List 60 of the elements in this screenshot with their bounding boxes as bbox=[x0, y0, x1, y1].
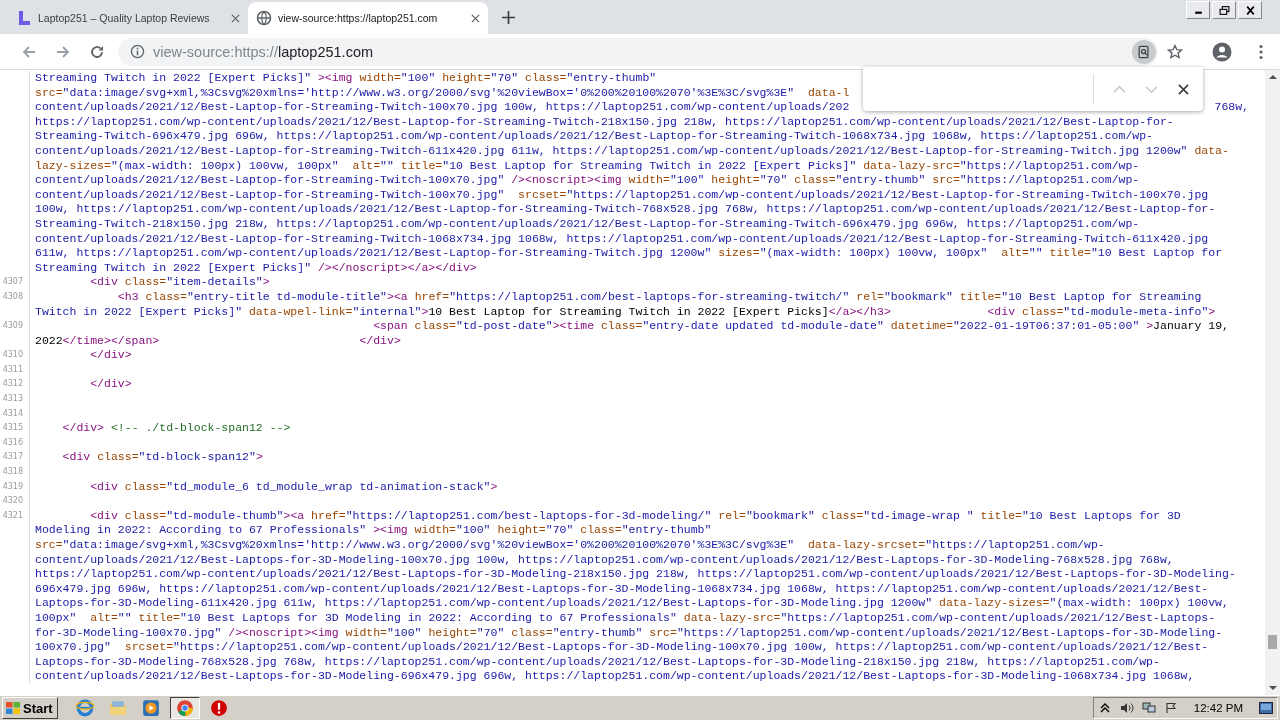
source-line: <div class="td-block-span12"> bbox=[61, 450, 263, 466]
source-line: Streaming Twitch in 2022 [Expert Picks]" ><img width="100" height="70" class="entry-thumb" bbox=[35, 71, 657, 86]
source-line: lazy-sizes="(max-width: 100px) 100vw, 100px" alt="" title="10 Best Laptop for Streaming Twitch in 2022 [Expert Picks]" data-lazy-src="https://laptop251.com/wp- bbox=[35, 158, 1140, 174]
source-line: Laptops-for-3D-Modeling-611x420.jpg 611w, https://laptop251.com/wp-content/uploads/2021/12/Best-Laptops-for-3D-Modeling.jpg 1200w" data-lazy-sizes="(max-width: 100px) 100vw, bbox=[35, 596, 1229, 611]
source-line: content/uploads/2021/12/Best-Laptop-for-Streaming-Twitch-100x70.jpg" /><noscript><img width="100" height="70" class="entry-thumb" src="https://laptop251.com/wp- bbox=[35, 173, 1140, 188]
source-line: https://laptop251.com/wp-content/uploads/2021/12/Best-Laptop-for-Streaming-Twitch-218x150.jpg 218w, https://laptop251.com/wp-content/uploads/2021/12/Best-Laptop-for- bbox=[35, 114, 1174, 130]
source-line: 768w, bbox=[1214, 100, 1249, 115]
source-line: content/uploads/2021/12/Best-Laptop-for-Streaming-Twitch-100x70.jpg" srcset="https://laptop251.com/wp-content/uploads/2021/12/Best-Laptop-for-Streaming-Twitch-100x70.jpg bbox=[35, 187, 1209, 203]
source-line: Streaming-Twitch-696x479.jpg 696w, https://laptop251.com/wp-content/uploads/2021/12/Best-Laptop-for-Streaming-Twitch-1068x734.jpg 1068w, https://laptop251.com/wp- bbox=[35, 129, 1153, 144]
source-line: Modeling in 2022: According to 67 Professionals" ><img width="100" height="70" class="entry-thumb" bbox=[35, 523, 712, 538]
source-line: content/uploads/2021/12/Best-Laptop-for-Streaming-Twitch-100x70.jpg 100w, https://laptop251.com/wp-content/uploads/202 bbox=[35, 100, 850, 115]
source-line: Streaming Twitch in 2022 [Expert Picks]" /></noscript></a></div> bbox=[35, 260, 477, 276]
line-number: 4317 bbox=[2, 452, 23, 462]
source-line: </div> <!-- ./td-block-span12 --> bbox=[61, 421, 291, 436]
source-line: </div> bbox=[358, 333, 401, 349]
line-number: 4307 bbox=[2, 277, 23, 287]
line-number: 4316 bbox=[2, 437, 23, 447]
source-line: 696x479.jpg 696w, https://laptop251.com/wp-content/uploads/2021/12/Best-Laptops-for-3D-Modeling-1068x734.jpg 1068w, https://laptop251.com/wp-content/uploads/2021/12/Best- bbox=[35, 581, 1209, 597]
line-number: 4309 bbox=[2, 321, 23, 331]
line-number: 4308 bbox=[2, 291, 23, 301]
line-number: 4315 bbox=[2, 423, 23, 433]
source-line: content/uploads/2021/12/Best-Laptops-for-3D-Modeling-696x479.jpg 696w, https://laptop251.com/wp-content/uploads/2021/12/Best-Laptops-for-3D-Modeling-1068x734.jpg 1068w, bbox=[35, 669, 1195, 684]
source-line: src="data:image/svg+xml,%3Csvg%20xmlns='http://www.w3.org/2000/svg'%20viewBox='0%200%20100%2070'%3E%3C/svg%3E" data-l bbox=[35, 85, 850, 101]
source-line: src="data:image/svg+xml,%3Csvg%20xmlns='http://www.w3.org/2000/svg'%20viewBox='0%200%20100%2070'%3E%3C/svg%3E" data-lazy-srcset="https://laptop251.com/wp- bbox=[35, 538, 1105, 553]
source-line: 100px" alt="" title="10 Best Laptops for 3D Modeling in 2022: According to 67 Professionals" data-lazy-src="https://laptop251.com/wp-content/uploads/2021/12/Best-Laptops- bbox=[35, 610, 1216, 626]
source-line: 100x70.jpg" srcset="https://laptop251.com/wp-content/uploads/2021/12/Best-Laptops-for-3D-Modeling-100x70.jpg 100w, https://laptop251.com/wp-content/uploads/2021/12/Best- bbox=[35, 640, 1209, 655]
source-line: 611w, https://laptop251.com/wp-content/uploads/2021/12/Best-Laptop-for-Streaming-Twitch.jpg 1200w" sizes="(max-width: 100px) 100vw, 100px" alt="" title="10 Best Laptop for bbox=[35, 246, 1223, 261]
browser-tab[interactable]: view-source:https://laptop251.com bbox=[248, 2, 488, 34]
url-text: view-source:https://laptop251.com bbox=[153, 43, 375, 60]
source-line: content/uploads/2021/12/Best-Laptop-for-Streaming-Twitch-1068x734.jpg 1068w, https://laptop251.com/wp-content/uploads/2021/12/Best-Laptop-for-Streaming-Twitch-611x420.jpg bbox=[35, 231, 1209, 247]
source-line: <div class="td-module-thumb"><a href="https://laptop251.com/best-laptops-for-3d-modeling/" rel="bookmark" class="td-image-wrap " title="10 Best Laptops for 3D bbox=[89, 508, 1181, 524]
line-number: 4311 bbox=[2, 364, 23, 374]
source-line: <h3 class="entry-title td-module-title"><a href="https://laptop251.com/best-laptops-for-streaming-twitch/" rel="bookmark" title="10 Best Laptop for Streaming bbox=[116, 289, 1202, 305]
source-line: <div class="td_module_6 td_module_wrap td-animation-stack"> bbox=[89, 479, 498, 495]
source-line: </div> bbox=[89, 348, 132, 363]
address-bar[interactable]: view-source:https://laptop251.com bbox=[118, 37, 1158, 66]
browser-tab[interactable]: Laptop251 – Quality Laptop Reviews bbox=[8, 2, 248, 34]
source-line: content/uploads/2021/12/Best-Laptops-for-3D-Modeling-100x70.jpg 100w, https://laptop251.com/wp-content/uploads/2021/12/Best-Laptops-for-3D-Modeling-768x528.jpg 768w, bbox=[35, 552, 1174, 568]
line-number: 4313 bbox=[2, 394, 23, 404]
source-line: </div> bbox=[89, 377, 132, 393]
line-number: 4312 bbox=[2, 379, 23, 389]
line-number: 4310 bbox=[2, 350, 23, 360]
line-number: 4320 bbox=[2, 496, 23, 506]
source-line: content/uploads/2021/12/Best-Laptop-for-Streaming-Twitch-611x420.jpg 611w, https://laptop251.com/wp-content/uploads/2021/12/Best-Laptop-for-Streaming-Twitch.jpg 1200w" data- bbox=[35, 143, 1229, 159]
source-line: 100w, https://laptop251.com/wp-content/uploads/2021/12/Best-Laptop-for-Streaming-Twitch-768x528.jpg 768w, https://laptop251.com/wp-content/uploads/2021/12/Best-Laptop-for- bbox=[35, 202, 1216, 217]
source-line: 2022</time></span> bbox=[35, 333, 160, 349]
line-number: 4318 bbox=[2, 467, 23, 477]
source-line: Streaming-Twitch-218x150.jpg 218w, https://laptop251.com/wp-content/uploads/2021/12/Best-Laptop-for-Streaming-Twitch-696x479.jpg 696w, https://laptop251.com/wp- bbox=[35, 216, 1140, 232]
source-line: <div class="td-module-meta-info"> bbox=[986, 304, 1216, 320]
clock[interactable]: 12:42 PM bbox=[1193, 702, 1243, 714]
line-number: 4314 bbox=[2, 408, 23, 418]
source-line: https://laptop251.com/wp-content/uploads/2021/12/Best-Laptops-for-3D-Modeling-218x150.jpg 218w, https://laptop251.com/wp-content/uploads/2021/12/Best-Laptops-for-3D-Modeling- bbox=[35, 567, 1236, 582]
source-line: Twitch in 2022 [Expert Picks]" data-wpel-link="internal">10 Best Laptop for Streaming Twitch in 2022 [Expert Picks]</a></h3> bbox=[35, 304, 891, 320]
source-line: <div class="item-details"> bbox=[89, 275, 270, 290]
line-number: 4321 bbox=[2, 510, 23, 520]
line-number: 4319 bbox=[2, 481, 23, 491]
source-line: <span class="td-post-date"><time class="entry-date updated td-module-date" datetime="2022-01-19T06:37:01-05:00" >January 19, bbox=[372, 319, 1230, 334]
source-line: Laptops-for-3D-Modeling-768x528.jpg 768w, https://laptop251.com/wp-content/uploads/2021/12/Best-Laptops-for-3D-Modeling-218x150.jpg 218w, https://laptop251.com/wp- bbox=[35, 654, 1160, 670]
start-button[interactable]: Start bbox=[2, 697, 58, 719]
source-line: for-3D-Modeling-100x70.jpg" /><noscript><img width="100" height="70" class="entry-thumb" src="https://laptop251.com/wp-content/uploads/2021/12/Best-Laptops-for-3D-Modeling- bbox=[35, 625, 1223, 641]
